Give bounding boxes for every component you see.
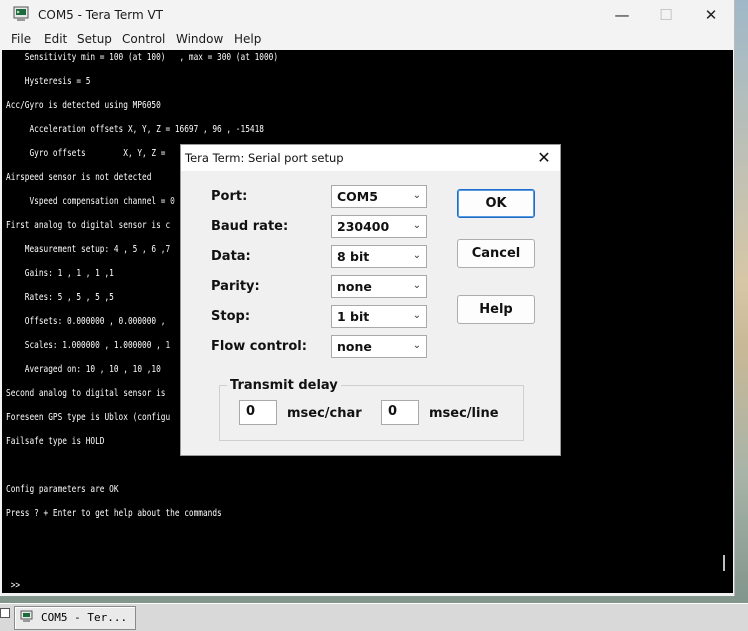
minimize-button[interactable]: —	[599, 0, 645, 31]
taskbar-item-com5[interactable]: COM5 - Ter...	[14, 606, 136, 630]
msec-per-char-input[interactable]: 0	[239, 400, 277, 425]
taskbar: COM5 - Ter...	[0, 603, 748, 631]
terminal-line: Averaged on: 10 , 10 , 10 ,10	[6, 364, 161, 375]
baud-rate-select[interactable]: 230400 ⌄	[331, 215, 427, 238]
parity-select[interactable]: none ⌄	[331, 275, 427, 298]
msec-per-char-unit: msec/char	[287, 406, 362, 421]
menu-control[interactable]: Control	[122, 32, 165, 46]
flow-control-value: none	[337, 339, 372, 354]
taskbar-item-label: COM5 - Ter...	[41, 611, 128, 624]
terminal-line: Measurement setup: 4 , 5 , 6 ,7	[6, 244, 171, 255]
msec-per-char-value: 0	[246, 404, 256, 419]
close-icon[interactable]: ✕	[533, 147, 555, 169]
dialog-title-bar[interactable]: Tera Term: Serial port setup ✕	[181, 145, 560, 171]
parity-label: Parity:	[211, 279, 260, 294]
app-icon	[20, 610, 33, 622]
stop-bits-select[interactable]: 1 bit ⌄	[331, 305, 427, 328]
terminal-line: Press ? + Enter to get help about the co…	[6, 508, 222, 519]
terminal-line: Foreseen GPS type is Ublox (configu	[6, 412, 171, 423]
chevron-down-icon: ⌄	[412, 250, 422, 261]
terminal-line: Config parameters are OK	[6, 484, 119, 495]
chevron-down-icon: ⌄	[412, 340, 422, 351]
terminal-line: Failsafe type is HOLD	[6, 436, 105, 447]
menu-bar: File Edit Setup Control Window Help	[0, 31, 734, 49]
taskbar-start-box[interactable]	[0, 608, 10, 618]
chevron-down-icon: ⌄	[412, 280, 422, 291]
terminal-scroll-caret	[723, 555, 725, 571]
port-select[interactable]: COM5 ⌄	[331, 185, 427, 208]
chevron-down-icon: ⌄	[412, 310, 422, 321]
menu-setup[interactable]: Setup	[77, 32, 112, 46]
close-window-button[interactable]: ✕	[688, 0, 734, 31]
parity-value: none	[337, 279, 372, 294]
flow-control-select[interactable]: none ⌄	[331, 335, 427, 358]
stop-label: Stop:	[211, 309, 251, 324]
terminal-line: Offsets: 0.000000 , 0.000000 ,	[6, 316, 166, 327]
terminal-line: Acc/Gyro is detected using MP6050	[6, 100, 161, 111]
msec-per-line-input[interactable]: 0	[381, 400, 419, 425]
terminal-line: Vspeed compensation channel = 0	[6, 196, 175, 207]
data-bits-value: 8 bit	[337, 249, 370, 264]
window-title: COM5 - Tera Term VT	[38, 8, 163, 22]
menu-file[interactable]: File	[11, 32, 31, 46]
menu-help[interactable]: Help	[234, 32, 261, 46]
menu-window[interactable]: Window	[176, 32, 223, 46]
terminal-line: Gains: 1 , 1 , 1 ,1	[6, 268, 114, 279]
help-button[interactable]: Help	[457, 295, 535, 324]
cancel-button[interactable]: Cancel	[457, 239, 535, 268]
port-label: Port:	[211, 189, 248, 204]
data-bits-select[interactable]: 8 bit ⌄	[331, 245, 427, 268]
app-icon	[13, 6, 29, 21]
terminal-line: Rates: 5 , 5 , 5 ,5	[6, 292, 114, 303]
msec-per-line-value: 0	[388, 404, 398, 419]
msec-per-line-unit: msec/line	[429, 406, 499, 421]
flow-control-label: Flow control:	[211, 339, 307, 354]
terminal-line: Sensitivity min = 100 (at 100) , max = 3…	[6, 52, 279, 63]
transmit-delay-legend: Transmit delay	[227, 378, 341, 393]
terminal-line: Airspeed sensor is not detected	[6, 172, 152, 183]
terminal-line: Second analog to digital sensor is	[6, 388, 166, 399]
terminal-line: >>	[6, 580, 21, 591]
baud-rate-value: 230400	[337, 219, 390, 234]
baud-rate-label: Baud rate:	[211, 219, 289, 234]
title-bar[interactable]: COM5 - Tera Term VT — ☐ ✕	[0, 0, 734, 31]
stop-bits-value: 1 bit	[337, 309, 370, 324]
terminal-line: Scales: 1.000000 , 1.000000 , 1	[6, 340, 171, 351]
terminal-line: First analog to digital sensor is c	[6, 220, 171, 231]
serial-port-setup-dialog: Tera Term: Serial port setup ✕ Port: COM…	[180, 144, 561, 456]
dialog-title: Tera Term: Serial port setup	[185, 151, 344, 165]
chevron-down-icon: ⌄	[412, 190, 422, 201]
ok-button[interactable]: OK	[457, 189, 535, 218]
data-label: Data:	[211, 249, 251, 264]
port-value: COM5	[337, 189, 378, 204]
terminal-line: Hysteresis = 5	[6, 76, 91, 87]
terminal-line: Gyro offsets X, Y, Z =	[6, 148, 166, 159]
menu-edit[interactable]: Edit	[44, 32, 67, 46]
terminal-line: Acceleration offsets X, Y, Z = 16697 , 9…	[6, 124, 264, 135]
maximize-button[interactable]: ☐	[643, 0, 689, 31]
chevron-down-icon: ⌄	[412, 220, 422, 231]
